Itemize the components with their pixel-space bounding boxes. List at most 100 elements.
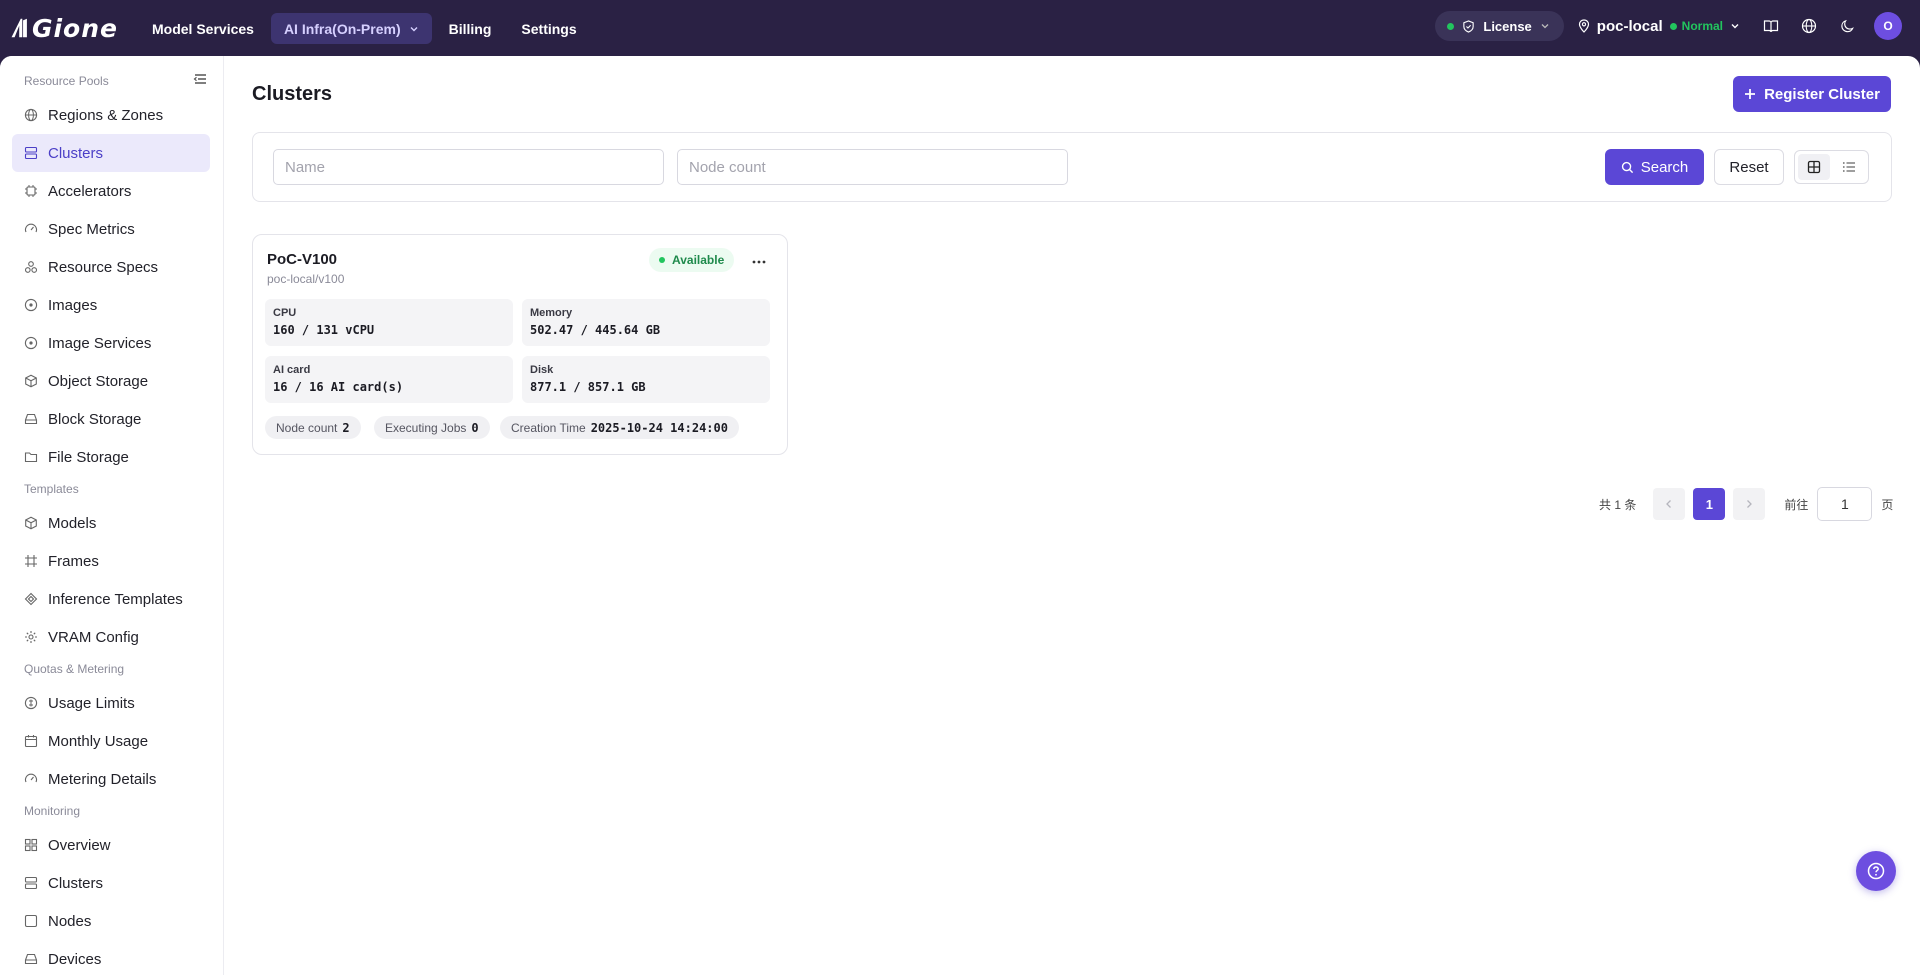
inference-icon: [24, 592, 38, 606]
sidebar-item-image-services[interactable]: Image Services: [12, 324, 210, 362]
cluster-path: poc-local/v100: [267, 272, 345, 286]
sidebar-item-label: Clusters: [48, 144, 104, 162]
sidebar-item-file-storage[interactable]: File Storage: [12, 438, 210, 476]
sidebar-item-inference-templates[interactable]: Inference Templates: [12, 580, 210, 618]
goto-label: 前往: [1784, 497, 1809, 512]
page-suffix: 页: [1881, 497, 1894, 512]
cluster-name: PoC-V100: [267, 251, 338, 268]
license-button[interactable]: License: [1435, 11, 1564, 41]
sidebar: Resource Pools Regions & Zones Clusters …: [0, 56, 224, 975]
sidebar-item-nodes[interactable]: Nodes: [12, 902, 210, 940]
sidebar-group-quotas-metering: Quotas & Metering: [24, 662, 125, 676]
creation-time-value: 2025-10-24 14:24:00: [590, 420, 728, 435]
node-count-value: 2: [342, 420, 350, 435]
sidebar-item-label: Frames: [48, 552, 99, 570]
sidebar-item-label: Models: [48, 514, 97, 532]
node-count-filter-input[interactable]: [677, 149, 1068, 185]
gauge-icon: [24, 772, 38, 786]
executing-jobs-label: Executing Jobs: [385, 420, 467, 435]
language-button[interactable]: [1790, 11, 1828, 41]
help-button[interactable]: [1856, 851, 1896, 891]
region-selector[interactable]: poc-local Normal: [1578, 18, 1740, 35]
sidebar-item-resource-specs[interactable]: Resource Specs: [12, 248, 210, 286]
sidebar-item-models[interactable]: Models: [12, 504, 210, 542]
model-icon: [24, 516, 38, 530]
memory-metric: Memory 502.47 / 445.64 GB: [522, 299, 770, 346]
list-view-icon: [1842, 162, 1855, 172]
sidebar-item-spec-metrics[interactable]: Spec Metrics: [12, 210, 210, 248]
sidebar-item-devices[interactable]: Devices: [12, 940, 210, 975]
sidebar-item-label: Usage Limits: [48, 694, 135, 712]
register-cluster-button[interactable]: Register Cluster: [1733, 76, 1891, 112]
list-view-button[interactable]: [1833, 154, 1865, 180]
sidebar-item-label: Image Services: [48, 334, 152, 352]
sidebar-item-metering-details[interactable]: Metering Details: [12, 760, 210, 798]
gear-icon: [24, 630, 38, 644]
sidebar-item-label: File Storage: [48, 448, 129, 466]
chevron-left-icon: [1666, 500, 1672, 508]
topnav-settings[interactable]: Settings: [508, 13, 589, 44]
sidebar-item-vram-config[interactable]: VRAM Config: [12, 618, 210, 656]
folder-icon: [24, 450, 38, 464]
topnav-billing[interactable]: Billing: [436, 13, 505, 44]
sidebar-item-monitoring-clusters[interactable]: Clusters: [12, 864, 210, 902]
memory-label: Memory: [530, 307, 573, 319]
sidebar-item-block-storage[interactable]: Block Storage: [12, 400, 210, 438]
next-page-button[interactable]: [1733, 488, 1766, 520]
top-right-controls: License poc-local Normal O: [1435, 11, 1902, 41]
sidebar-item-regions-zones[interactable]: Regions & Zones: [12, 96, 210, 134]
sidebar-item-label: Images: [48, 296, 98, 314]
more-actions-button[interactable]: [747, 250, 771, 274]
prev-page-button[interactable]: [1653, 488, 1686, 520]
sidebar-item-label: Spec Metrics: [48, 220, 135, 238]
user-avatar[interactable]: O: [1874, 12, 1902, 40]
cpu-value: 160 / 131 vCPU: [273, 323, 375, 337]
topnav-ai-infra[interactable]: AI Infra(On-Prem): [270, 13, 432, 44]
reset-button[interactable]: Reset: [1714, 149, 1784, 185]
ai-card-label: AI card: [273, 364, 311, 376]
calendar-icon: [24, 734, 38, 748]
search-icon: [1621, 161, 1633, 173]
topnav-label: Billing: [448, 20, 492, 37]
gauge-icon: [24, 222, 38, 236]
goto-page-input[interactable]: 1: [1817, 487, 1873, 521]
cluster-card[interactable]: PoC-V100 poc-local/v100 Available CPU 16…: [252, 234, 788, 455]
sidebar-item-images[interactable]: Images: [12, 286, 210, 324]
grid-view-icon: [1807, 160, 1821, 174]
status-label: Available: [672, 253, 725, 267]
sidebar-item-object-storage[interactable]: Object Storage: [12, 362, 210, 400]
grid-view-button[interactable]: [1798, 154, 1830, 180]
chevron-down-icon: [410, 26, 418, 31]
theme-toggle-button[interactable]: [1828, 11, 1866, 41]
sidebar-item-label: Monthly Usage: [48, 732, 149, 750]
server-icon: [24, 146, 38, 160]
chip-icon: [24, 184, 38, 198]
sidebar-item-accelerators[interactable]: Accelerators: [12, 172, 210, 210]
filter-panel: Search Reset: [252, 132, 1892, 202]
menu-collapse-icon: [193, 74, 206, 84]
page-number-button[interactable]: 1: [1693, 488, 1726, 520]
topnav-model-services[interactable]: Model Services: [139, 13, 267, 44]
name-filter-input[interactable]: [273, 149, 664, 185]
node-count-chip: Node count 2: [265, 416, 361, 439]
sidebar-item-label: Resource Specs: [48, 258, 159, 276]
sidebar-item-usage-limits[interactable]: Usage Limits: [12, 684, 210, 722]
brand-logo[interactable]: Gione: [10, 12, 118, 44]
search-button[interactable]: Search: [1605, 149, 1704, 185]
region-status-dot: [1669, 22, 1677, 30]
moon-icon: [1840, 19, 1854, 32]
creation-time-chip: Creation Time 2025-10-24 14:24:00: [500, 416, 739, 439]
sidebar-item-overview[interactable]: Overview: [12, 826, 210, 864]
sidebar-item-clusters[interactable]: Clusters: [12, 134, 210, 172]
sidebar-item-monthly-usage[interactable]: Monthly Usage: [12, 722, 210, 760]
ai-card-metric: AI card 16 / 16 AI card(s): [265, 356, 513, 403]
globe-icon: [1801, 18, 1817, 34]
status-dot: [659, 257, 665, 263]
sidebar-collapse-button[interactable]: [192, 71, 208, 87]
sidebar-item-label: Devices: [48, 950, 102, 968]
docs-button[interactable]: [1752, 11, 1790, 41]
topnav-label: AI Infra(On-Prem): [283, 20, 401, 37]
logo-mark-icon: [11, 18, 27, 38]
sidebar-item-frames[interactable]: Frames: [12, 542, 210, 580]
sidebar-item-label: Regions & Zones: [48, 106, 164, 124]
